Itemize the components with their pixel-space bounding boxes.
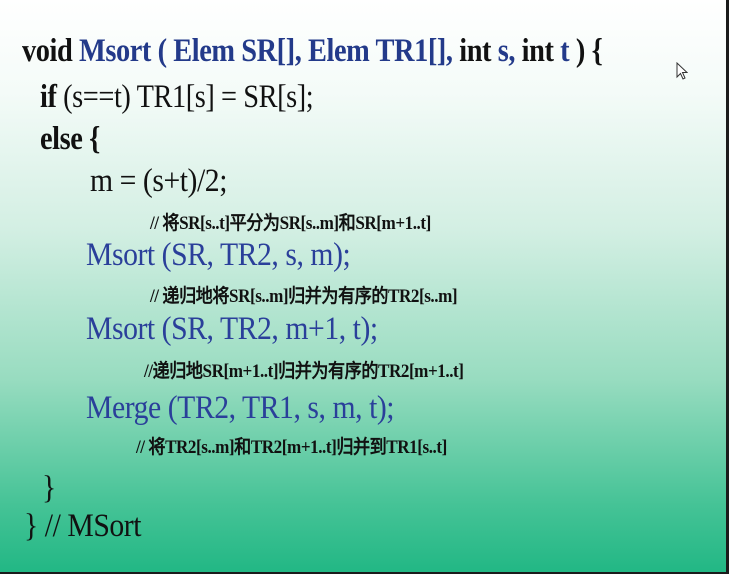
code-line-signature: void Msort ( Elem SR[], Elem TR1[], int … (22, 33, 603, 70)
code-line-end: } // MSort (24, 508, 141, 545)
merge-call: Merge (TR2, TR1, s, m, t); (86, 390, 395, 426)
keyword-if: if (40, 79, 57, 115)
comment-text: //递归地SR[m+1..t]归并为有序的TR2[m+1..t] (144, 361, 464, 382)
comment-recurse-left: // 递归地将SR[s..m]归并为有序的TR2[s..m] (150, 281, 458, 308)
mouse-cursor-icon (676, 62, 688, 80)
comment-text: // 递归地将SR[s..m]归并为有序的TR2[s..m] (150, 286, 458, 307)
code-line-msort-left: Msort (SR, TR2, s, m); (86, 237, 351, 274)
open-brace: ) { (575, 33, 603, 69)
code-line-msort-right: Msort (SR, TR2, m+1, t); (86, 311, 378, 348)
keyword-else: else { (40, 121, 100, 157)
if-body: (s==t) TR1[s] = SR[s]; (63, 79, 314, 115)
close-brace: } (42, 470, 56, 506)
assign-statement: m = (s+t)/2; (90, 163, 227, 199)
comment-text: // 将TR2[s..m]和TR2[m+1..t]归并到TR1[s..t] (136, 437, 447, 458)
function-signature: Msort ( Elem SR[], Elem TR1[], (79, 33, 453, 69)
comment-merge: // 将TR2[s..m]和TR2[m+1..t]归并到TR1[s..t] (136, 432, 447, 459)
comment-recurse-right: //递归地SR[m+1..t]归并为有序的TR2[m+1..t] (144, 356, 464, 383)
code-line-if: if (s==t) TR1[s] = SR[s]; (40, 79, 314, 116)
keyword-int: int (521, 33, 554, 69)
keyword-int: int (459, 33, 492, 69)
code-line-merge: Merge (TR2, TR1, s, m, t); (86, 390, 395, 427)
end-comment: } // MSort (24, 508, 142, 544)
keyword-void: void (22, 33, 73, 69)
code-line-close-else: } (42, 470, 56, 507)
param-s: s, (497, 33, 516, 69)
comment-text: // 将SR[s..t]平分为SR[s..m]和SR[m+1..t] (150, 213, 431, 234)
code-line-else: else { (40, 121, 100, 158)
msort-call-right: Msort (SR, TR2, m+1, t); (86, 311, 378, 347)
comment-split: // 将SR[s..t]平分为SR[s..m]和SR[m+1..t] (150, 208, 431, 235)
msort-call-left: Msort (SR, TR2, s, m); (86, 237, 351, 273)
slide-canvas: { "code": { "l1_kw_void": "void", "l1_si… (0, 0, 729, 574)
code-line-assign: m = (s+t)/2; (90, 163, 227, 200)
param-t: t (560, 33, 570, 69)
